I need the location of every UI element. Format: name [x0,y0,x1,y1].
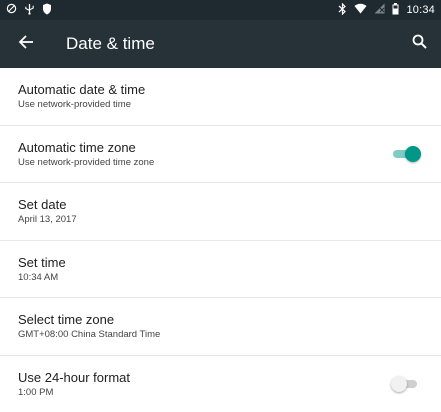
status-bar: 10:34 [0,0,441,20]
setting-text: Automatic time zone Use network-provided… [18,139,391,169]
setting-subtitle: Use network-provided time zone [18,156,155,168]
setting-text: Set time 10:34 AM [18,254,423,284]
setting-title: Use 24-hour format [18,370,130,386]
setting-title: Set time [18,254,66,270]
usb-icon [24,3,35,18]
arrow-left-icon [18,34,34,55]
setting-subtitle: 10:34 AM [18,271,59,283]
bluetooth-icon [338,2,347,18]
back-button[interactable] [14,32,38,56]
setting-set-date[interactable]: Set date April 13, 2017 [0,183,441,241]
setting-automatic-date-time[interactable]: Automatic date & time Use network-provid… [0,68,441,126]
wifi-icon [354,3,367,17]
switch-thumb [405,145,421,162]
shield-icon [42,3,52,18]
app-bar: Date & time [0,20,441,68]
setting-set-time[interactable]: Set time 10:34 AM [0,241,441,298]
no-signal-icon [374,3,385,17]
status-time: 10:34 [406,4,435,16]
setting-use-24-hour-format[interactable]: Use 24-hour format 1:00 PM [0,356,441,412]
date-time-settings-screen: 10:34 Date & time Automatic date & time … [0,0,441,412]
setting-text: Use 24-hour format 1:00 PM [18,369,391,399]
battery-icon [392,2,399,18]
setting-title: Automatic time zone [18,139,136,155]
status-right-icons: 10:34 [338,2,435,18]
settings-list: Automatic date & time Use network-provid… [0,68,441,412]
setting-text: Automatic date & time Use network-provid… [18,81,423,111]
setting-subtitle: 1:00 PM [18,387,54,399]
setting-title: Set date [18,197,67,213]
setting-subtitle: GMT+08:00 China Standard Time [18,329,161,341]
search-icon [412,34,427,54]
setting-text: Set date April 13, 2017 [18,196,423,226]
circle-slash-icon [6,3,17,17]
setting-automatic-time-zone[interactable]: Automatic time zone Use network-provided… [0,126,441,183]
switch-thumb [391,376,407,393]
use-24-hour-format-switch[interactable] [391,376,421,393]
search-button[interactable] [407,32,431,56]
setting-select-time-zone[interactable]: Select time zone GMT+08:00 China Standar… [0,298,441,356]
automatic-time-zone-switch[interactable] [391,145,421,162]
status-left-icons [6,3,52,18]
setting-subtitle: Use network-provided time [18,99,131,111]
setting-title: Select time zone [18,312,115,328]
setting-text: Select time zone GMT+08:00 China Standar… [18,311,423,341]
setting-subtitle: April 13, 2017 [18,214,77,226]
page-title: Date & time [66,34,155,53]
setting-title: Automatic date & time [18,82,146,98]
